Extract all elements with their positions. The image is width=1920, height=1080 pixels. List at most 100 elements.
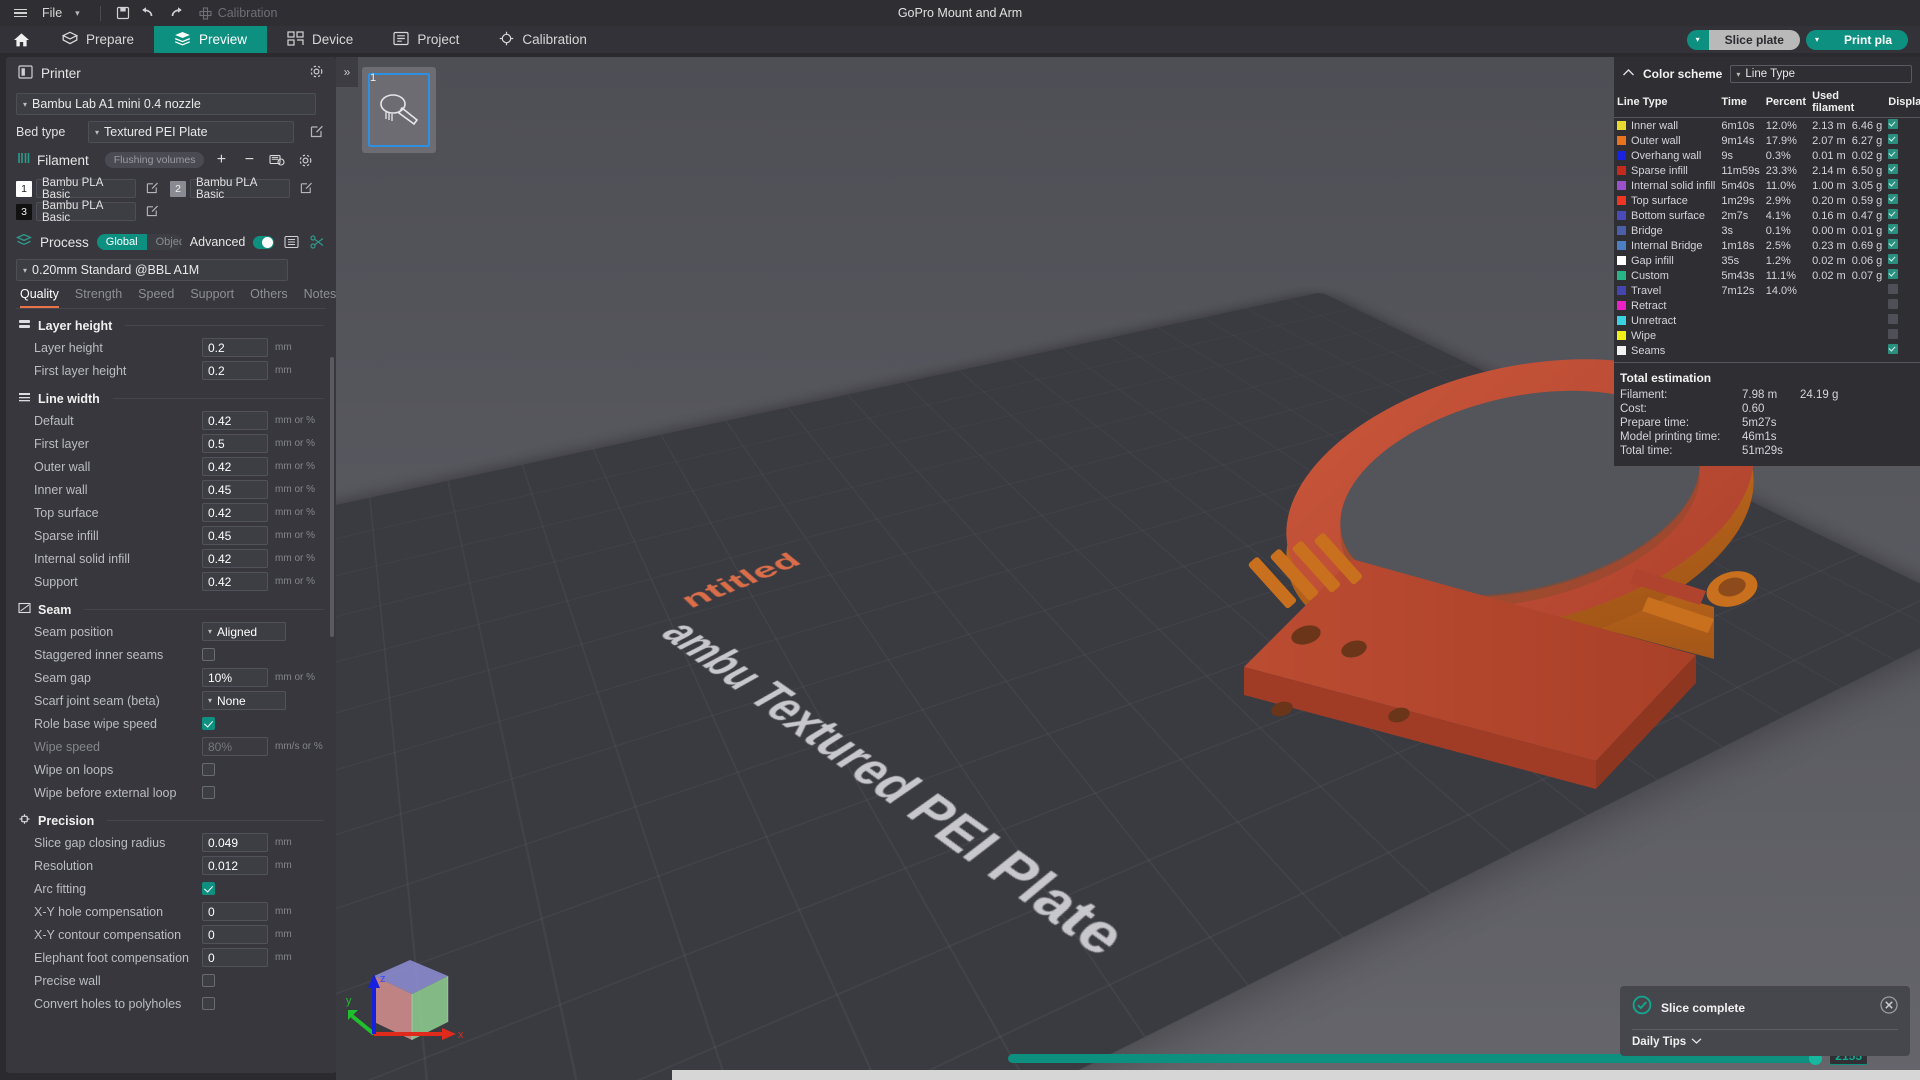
input-x-y-contour-compensation[interactable]: 0 [202,925,268,944]
daily-tips-button[interactable]: Daily Tips [1632,1036,1898,1048]
line-type-row[interactable]: Internal Bridge 1m18s 2.5% 0.23 m 0.69 g [1614,238,1920,253]
home-icon[interactable] [0,26,42,53]
line-type-display-toggle[interactable] [1885,193,1920,208]
line-type-display-toggle[interactable] [1885,178,1920,193]
line-type-row[interactable]: Travel 7m12s 14.0% [1614,283,1920,298]
scope-objects[interactable]: Objects [147,234,182,250]
tab-preview[interactable]: Preview [154,26,268,53]
checkbox-arc-fitting[interactable] [202,882,215,895]
checkbox-staggered-inner-seams[interactable] [202,648,215,661]
print-plate-label[interactable]: Print pla [1827,29,1908,50]
checkbox-wipe-on-loops[interactable] [202,763,215,776]
input-default[interactable]: 0.42 [202,411,268,430]
process-preset-select[interactable]: ▾ 0.20mm Standard @BBL A1M [16,259,288,281]
process-scope-toggle[interactable]: Global Objects [96,234,182,250]
tab-device[interactable]: Device [267,26,373,53]
filament-edit-icon[interactable] [146,181,162,197]
input-first-layer[interactable]: 0.5 [202,434,268,453]
input-inner-wall[interactable]: 0.45 [202,480,268,499]
filament-slot[interactable]: 3 Bambu PLA Basic [16,200,162,224]
print-dropdown-arrow[interactable]: ▾ [1805,29,1828,50]
line-type-row[interactable]: Bottom surface 2m7s 4.1% 0.16 m 0.47 g [1614,208,1920,223]
input-resolution[interactable]: 0.012 [202,856,268,875]
select-seam-position[interactable]: ▾ Aligned [202,622,286,641]
line-type-row[interactable]: Internal solid infill 5m40s 11.0% 1.00 m 3.0… [1614,178,1920,193]
bed-edit-icon[interactable] [310,124,326,140]
slice-dropdown-arrow[interactable]: ▾ [1686,29,1709,50]
line-type-display-toggle[interactable] [1885,328,1920,343]
filament-slot[interactable]: 2 Bambu PLA Basic [170,177,316,201]
line-type-display-toggle[interactable] [1885,253,1920,268]
plate-thumbnail[interactable]: 1 [362,67,436,153]
print-plate-button[interactable]: ▾ Print pla [1805,29,1908,50]
scope-global[interactable]: Global [96,234,147,250]
slice-plate-label[interactable]: Slice plate [1708,29,1800,50]
line-type-display-toggle[interactable] [1885,268,1920,283]
line-type-row[interactable]: Wipe [1614,328,1920,343]
input-layer-height[interactable]: 0.2 [202,338,268,357]
checkbox-convert-holes-to-polyholes[interactable] [202,997,215,1010]
line-type-display-toggle[interactable] [1885,283,1920,298]
input-sparse-infill[interactable]: 0.45 [202,526,268,545]
input-elephant-foot-compensation[interactable]: 0 [202,948,268,967]
collapse-sidebar-button[interactable]: » [336,57,358,87]
checkbox-role-base-wipe-speed[interactable] [202,717,215,730]
line-type-row[interactable]: Sparse infill 11m59s 23.3% 2.14 m 6.50 g [1614,163,1920,178]
input-first-layer-height[interactable]: 0.2 [202,361,268,380]
compare-presets-icon[interactable] [308,232,326,252]
file-menu[interactable]: File [35,4,69,22]
line-type-display-toggle[interactable] [1885,118,1920,134]
redo-icon[interactable] [163,3,187,23]
line-type-display-toggle[interactable] [1885,163,1920,178]
save-icon[interactable] [111,3,135,23]
flushing-volumes-button[interactable]: Flushing volumes [104,152,205,168]
input-slice-gap-closing-radius[interactable]: 0.049 [202,833,268,852]
checkbox-precise-wall[interactable] [202,974,215,987]
line-type-row[interactable]: Bridge 3s 0.1% 0.00 m 0.01 g [1614,223,1920,238]
line-type-display-toggle[interactable] [1885,238,1920,253]
line-type-row[interactable]: Overhang wall 9s 0.3% 0.01 m 0.02 g [1614,148,1920,163]
bed-type-select[interactable]: ▾ Textured PEI Plate [88,121,294,143]
line-type-row[interactable]: Seams [1614,343,1920,358]
filament-slot[interactable]: 1 Bambu PLA Basic [16,177,162,201]
line-type-row[interactable]: Custom 5m43s 11.1% 0.02 m 0.07 g [1614,268,1920,283]
printer-model-select[interactable]: ▾ Bambu Lab A1 mini 0.4 nozzle [16,93,316,115]
close-icon[interactable] [1880,996,1898,1019]
left-panel-scrollbar[interactable] [330,357,334,637]
tab-others[interactable]: Others [250,287,288,308]
chevron-down-icon[interactable]: ▾ [71,8,90,19]
printer-settings-gear-icon[interactable] [309,64,324,82]
undo-icon[interactable] [137,3,161,23]
line-type-row[interactable]: Retract [1614,298,1920,313]
input-internal-solid-infill[interactable]: 0.42 [202,549,268,568]
list-view-icon[interactable] [282,232,300,252]
menu-hamburger-icon[interactable] [14,8,27,18]
slice-plate-button[interactable]: ▾ Slice plate [1686,29,1800,50]
line-type-row[interactable]: Outer wall 9m14s 17.9% 2.07 m 6.27 g [1614,133,1920,148]
remove-filament-button[interactable]: − [238,150,260,170]
input-x-y-hole-compensation[interactable]: 0 [202,902,268,921]
line-type-display-toggle[interactable] [1885,298,1920,313]
calibration-menu[interactable]: Calibration [199,6,277,20]
tab-calibration[interactable]: Calibration [479,26,607,53]
ams-icon[interactable] [266,150,288,170]
filament-edit-icon[interactable] [300,181,316,197]
tab-quality[interactable]: Quality [20,287,59,308]
tab-speed[interactable]: Speed [138,287,174,308]
axis-gizmo[interactable]: x y z [344,938,474,1058]
line-type-display-toggle[interactable] [1885,148,1920,163]
line-type-row[interactable]: Gap infill 35s 1.2% 0.02 m 0.06 g [1614,253,1920,268]
input-seam-gap[interactable]: 10% [202,668,268,687]
input-top-surface[interactable]: 0.42 [202,503,268,522]
filament-settings-gear-icon[interactable] [294,150,316,170]
line-type-display-toggle[interactable] [1885,313,1920,328]
3d-viewport[interactable]: ntitled ambu Textured PEI Plate 01 HOT S… [336,57,1920,1080]
line-type-display-toggle[interactable] [1885,343,1920,358]
tab-notes[interactable]: Notes [304,287,336,308]
advanced-toggle[interactable] [253,235,275,249]
line-type-display-toggle[interactable] [1885,133,1920,148]
filament-edit-icon[interactable] [146,204,162,220]
line-type-row[interactable]: Inner wall 6m10s 12.0% 2.13 m 6.46 g [1614,118,1920,134]
select-scarf-joint-seam-beta[interactable]: ▾ None [202,691,286,710]
line-type-row[interactable]: Unretract [1614,313,1920,328]
